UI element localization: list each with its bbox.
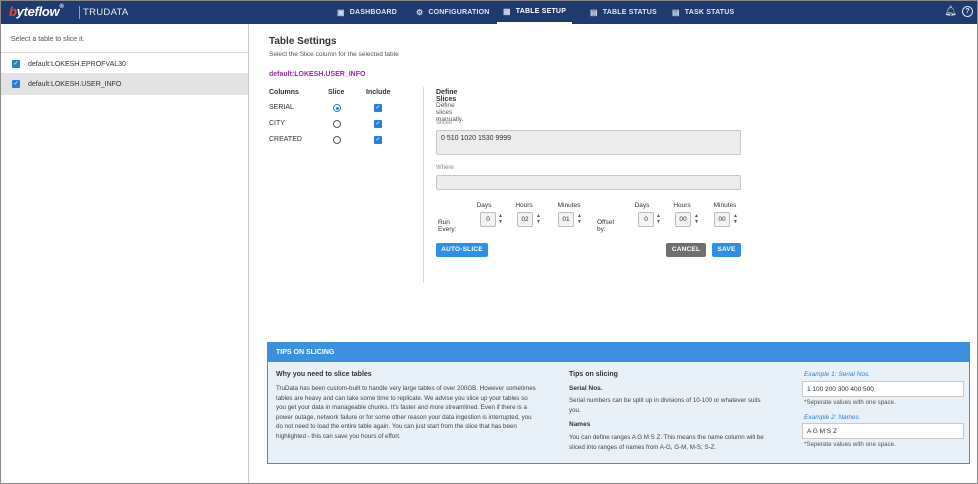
run-minutes-stepper[interactable]: ▲ ▼ xyxy=(577,213,582,225)
nav-dashboard[interactable]: ▣ DASHBOARD xyxy=(337,1,397,24)
offset-hours-stepper[interactable]: ▲ ▼ xyxy=(694,213,699,225)
run-hours-input[interactable]: 02 xyxy=(517,212,533,227)
top-nav-bar: byteflow® TRUDATA ▣ DASHBOARD ⚙ CONFIGURAT… xyxy=(1,1,977,24)
why-line-5: do not need to load the entire table aga… xyxy=(276,423,517,430)
offset-minutes-stepper[interactable]: ▲ ▼ xyxy=(733,213,738,225)
page-subtitle: Select the Slice column for the selected… xyxy=(269,51,399,58)
tips-panel: TIPS ON SLICING Why you need to slice ta… xyxy=(267,342,970,464)
why-title: Why you need to slice tables xyxy=(276,371,372,378)
column-name-created: CREATED xyxy=(269,136,302,143)
why-line-1: TruData has been custom-built to handle … xyxy=(276,385,536,392)
page-title: Table Settings xyxy=(269,36,337,47)
nav-task-status[interactable]: ▤ TASK STATUS xyxy=(672,1,734,24)
column-name-serial: SERIAL xyxy=(269,104,294,111)
offset-by-label: Offset by: xyxy=(597,219,615,233)
include-header: Include xyxy=(366,89,391,96)
table-list-sidebar: Select a table to slice it. ✓ default:LO… xyxy=(1,24,249,483)
example-1-note: *Seperate values with one space. xyxy=(804,399,896,406)
column-name-city: CITY xyxy=(269,120,285,127)
offset-hours-input[interactable]: 00 xyxy=(675,212,691,227)
nav-table-setup[interactable]: ▦ TABLE SETUP xyxy=(497,1,573,24)
names-title: Names xyxy=(569,421,591,428)
define-slices-title: Define Slices xyxy=(436,89,458,103)
example-2-note: *Seperate values with one space. xyxy=(804,441,896,448)
slice-radio-city[interactable] xyxy=(333,120,341,128)
dashboard-icon: ▣ xyxy=(337,8,345,17)
include-checkbox-serial[interactable]: ✓ xyxy=(374,104,382,112)
table-item-label: default:LOKESH.EPROFVAL30 xyxy=(28,60,126,68)
names-line-2: sliced into ranges of names from A-G, G-… xyxy=(569,443,717,451)
slices-label: Slices xyxy=(436,120,453,126)
table-item-user-info[interactable]: ✓ default:LOKESH.USER_INFO xyxy=(1,73,248,95)
serial-line-1: Serial numbers can be split up in divisi… xyxy=(569,397,761,404)
product-name: TRUDATA xyxy=(83,7,129,18)
calendar-icon: ▤ xyxy=(672,8,680,17)
where-input[interactable] xyxy=(436,175,741,190)
table-icon: ▦ xyxy=(503,7,511,16)
brand-divider xyxy=(79,6,80,19)
run-days-input[interactable]: 0 xyxy=(480,212,496,227)
offset-minutes-input[interactable]: 00 xyxy=(714,212,730,227)
auto-slice-button[interactable]: AUTO-SLICE xyxy=(436,243,488,257)
slice-radio-serial[interactable] xyxy=(333,104,341,112)
nav-table-status[interactable]: ▤ TABLE STATUS xyxy=(590,1,657,24)
offset-days-label: Days xyxy=(634,202,650,209)
checkbox-checked[interactable]: ✓ xyxy=(12,60,20,68)
table-item-label: default:LOKESH.USER_INFO xyxy=(28,80,122,88)
where-label: Where xyxy=(436,165,454,171)
serial-line-2: you. xyxy=(569,406,581,414)
run-hours-label: Hours xyxy=(515,202,533,209)
slice-header: Slice xyxy=(328,89,345,96)
gear-icon: ⚙ xyxy=(416,8,424,17)
offset-minutes-label: Minutes xyxy=(713,202,737,209)
example-2-input: A G M S Z xyxy=(802,423,964,439)
table-item-eprofval30[interactable]: ✓ default:LOKESH.EPROFVAL30 xyxy=(1,53,248,75)
calendar-icon: ▤ xyxy=(590,8,598,17)
offset-days-input[interactable]: 0 xyxy=(638,212,654,227)
example-2-label: Example 2: Names xyxy=(804,414,859,421)
app-window: byteflow® TRUDATA ▣ DASHBOARD ⚙ CONFIGURAT… xyxy=(0,0,978,484)
help-icon[interactable]: ? xyxy=(962,6,973,17)
columns-header: Columns xyxy=(269,89,299,96)
serial-title: Serial Nos. xyxy=(569,385,603,392)
slices-input[interactable]: 0 510 1020 1530 9999 xyxy=(436,130,741,155)
tips-on-slicing-title: Tips on slicing xyxy=(569,371,618,378)
include-checkbox-city[interactable]: ✓ xyxy=(374,120,382,128)
cancel-button[interactable]: CANCEL xyxy=(666,243,706,257)
selected-table-name: default:LOKESH.USER_INFO xyxy=(269,71,366,78)
run-every-label: Run Every: xyxy=(438,219,457,233)
names-line-1: You can define ranges A G M S Z. This me… xyxy=(569,434,764,441)
checkbox-checked[interactable]: ✓ xyxy=(12,80,20,88)
offset-days-stepper[interactable]: ▲ ▼ xyxy=(656,213,661,225)
tips-header: TIPS ON SLICING xyxy=(268,343,969,362)
run-hours-stepper[interactable]: ▲ ▼ xyxy=(536,213,541,225)
run-days-stepper[interactable]: ▲ ▼ xyxy=(498,213,503,225)
offset-hours-label: Hours xyxy=(673,202,691,209)
slice-radio-created[interactable] xyxy=(333,136,341,144)
why-line-3: you get your data in manageable chunks. … xyxy=(276,404,527,411)
run-minutes-input[interactable]: 01 xyxy=(558,212,574,227)
why-line-2: tables are heavy and can take some time … xyxy=(276,394,528,402)
why-line-6: highlighted - this can save you hours of… xyxy=(276,432,401,440)
nav-configuration[interactable]: ⚙ CONFIGURATION xyxy=(416,1,490,24)
byteflow-logo: byteflow® xyxy=(9,4,64,19)
run-days-label: Days xyxy=(476,202,492,209)
save-button[interactable]: SAVE xyxy=(712,243,741,257)
why-line-4: power outage, network failure or for som… xyxy=(276,413,532,421)
section-divider xyxy=(423,87,424,283)
run-minutes-label: Minutes xyxy=(557,202,581,209)
bell-icon[interactable]: 🔔︎ xyxy=(944,6,957,17)
sidebar-hint: Select a table to slice it. xyxy=(11,36,85,43)
include-checkbox-created[interactable]: ✓ xyxy=(374,136,382,144)
example-1-input: 1 100 200 300 400 500 xyxy=(802,381,964,397)
example-1-label: Example 1: Serial Nos. xyxy=(804,371,871,378)
